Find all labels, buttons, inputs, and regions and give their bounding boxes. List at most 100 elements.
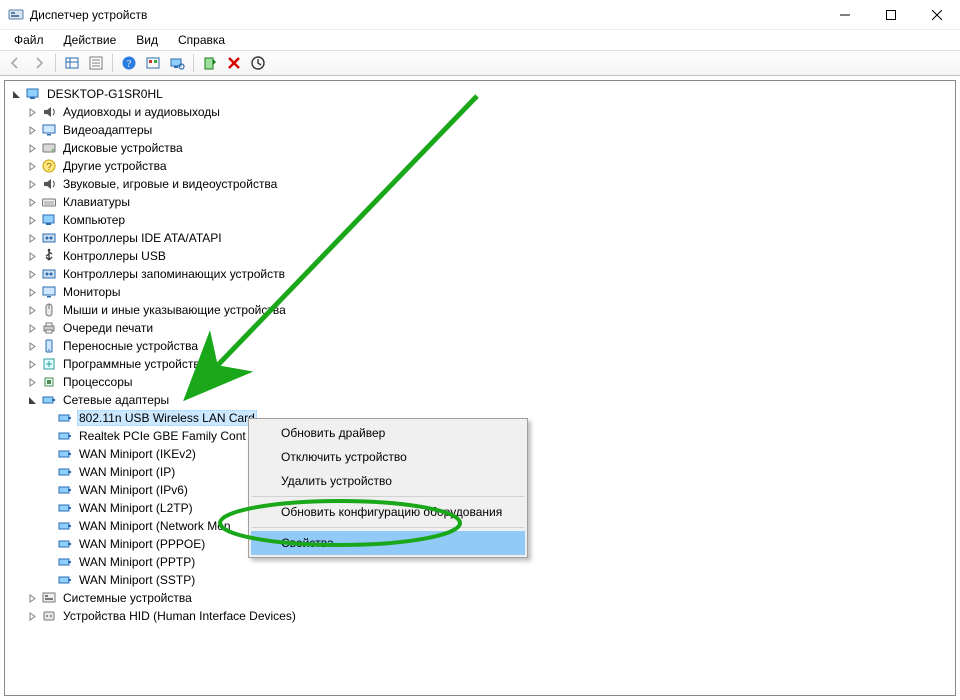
tree-device-label: WAN Miniport (SSTP): [77, 572, 197, 588]
usb-icon: [41, 248, 57, 264]
audio-icon: [41, 104, 57, 120]
tree-expander-closed[interactable]: [25, 285, 39, 299]
help-button[interactable]: ?: [118, 52, 140, 74]
tree-category-label: Программные устройства: [61, 356, 208, 372]
tree-device-label: WAN Miniport (L2TP): [77, 500, 195, 516]
tree-root-label: DESKTOP-G1SR0HL: [45, 86, 165, 102]
tree-expander-closed[interactable]: [25, 591, 39, 605]
disk-icon: [41, 140, 57, 156]
tree-category[interactable]: Процессоры: [9, 373, 955, 391]
tree-expander-closed[interactable]: [25, 267, 39, 281]
uninstall-device-button[interactable]: [223, 52, 245, 74]
tree-category[interactable]: Дисковые устройства: [9, 139, 955, 157]
tree-expander-closed[interactable]: [25, 123, 39, 137]
maximize-button[interactable]: [868, 0, 914, 29]
network-icon: [41, 392, 57, 408]
tree-category[interactable]: Контроллеры USB: [9, 247, 955, 265]
tree-category[interactable]: Аудиовходы и аудиовыходы: [9, 103, 955, 121]
tree-expander-closed[interactable]: [25, 375, 39, 389]
tree-expander-closed[interactable]: [25, 195, 39, 209]
forward-button[interactable]: [28, 52, 50, 74]
tree-category[interactable]: Видеоадаптеры: [9, 121, 955, 139]
show-hidden-button[interactable]: [61, 52, 83, 74]
device-tree-panel[interactable]: DESKTOP-G1SR0HL Аудиовходы и аудиовыходы…: [4, 80, 956, 696]
menu-help[interactable]: Справка: [170, 32, 233, 48]
properties-button[interactable]: [85, 52, 107, 74]
keyboard-icon: [41, 194, 57, 210]
context-menu-item[interactable]: Удалить устройство: [251, 469, 525, 493]
tree-expander-closed[interactable]: [25, 303, 39, 317]
window-controls: [822, 0, 960, 29]
tree-expander-open[interactable]: [25, 393, 39, 407]
back-button[interactable]: [4, 52, 26, 74]
context-menu-separator: [252, 527, 524, 528]
tree-category[interactable]: Очереди печати: [9, 319, 955, 337]
context-menu-item[interactable]: Обновить конфигурацию оборудования: [251, 500, 525, 524]
context-menu-item[interactable]: Отключить устройство: [251, 445, 525, 469]
menu-file[interactable]: Файл: [6, 32, 52, 48]
tree-device[interactable]: WAN Miniport (SSTP): [9, 571, 955, 589]
tree-category[interactable]: Звуковые, игровые и видеоустройства: [9, 175, 955, 193]
portable-icon: [41, 338, 57, 354]
context-menu: Обновить драйверОтключить устройствоУдал…: [248, 418, 528, 558]
tree-category[interactable]: Программные устройства: [9, 355, 955, 373]
hid-icon: [41, 608, 57, 624]
tree-device-label: WAN Miniport (IKEv2): [77, 446, 198, 462]
computer-icon: [41, 212, 57, 228]
tree-expander-closed[interactable]: [25, 609, 39, 623]
tree-category-label: Звуковые, игровые и видеоустройства: [61, 176, 279, 192]
close-button[interactable]: [914, 0, 960, 29]
tree-category-label: Сетевые адаптеры: [61, 392, 171, 408]
tree-category-label: Системные устройства: [61, 590, 194, 606]
tree-category-label: Аудиовходы и аудиовыходы: [61, 104, 222, 120]
tree-category[interactable]: Системные устройства: [9, 589, 955, 607]
tree-category-label: Другие устройства: [61, 158, 169, 174]
context-menu-item[interactable]: Свойства: [251, 531, 525, 555]
enable-device-button[interactable]: [199, 52, 221, 74]
tree-device-label: WAN Miniport (IP): [77, 464, 177, 480]
update-driver-button[interactable]: [247, 52, 269, 74]
svg-text:?: ?: [127, 59, 132, 70]
tree-category[interactable]: Сетевые адаптеры: [9, 391, 955, 409]
tree-category[interactable]: Контроллеры запоминающих устройств: [9, 265, 955, 283]
tree-category[interactable]: Переносные устройства: [9, 337, 955, 355]
tree-category[interactable]: ? Другие устройства: [9, 157, 955, 175]
tree-expander-closed[interactable]: [25, 357, 39, 371]
tree-category-label: Мыши и иные указывающие устройства: [61, 302, 288, 318]
tree-category[interactable]: Клавиатуры: [9, 193, 955, 211]
minimize-button[interactable]: [822, 0, 868, 29]
tree-category[interactable]: Мониторы: [9, 283, 955, 301]
tree-category-label: Контроллеры IDE ATA/ATAPI: [61, 230, 224, 246]
tree-expander-closed[interactable]: [25, 339, 39, 353]
network-adapter-icon: [57, 464, 73, 480]
tree-category[interactable]: Контроллеры IDE ATA/ATAPI: [9, 229, 955, 247]
menu-action[interactable]: Действие: [56, 32, 125, 48]
tree-expander-closed[interactable]: [25, 159, 39, 173]
tree-root[interactable]: DESKTOP-G1SR0HL: [9, 85, 955, 103]
tree-category[interactable]: Мыши и иные указывающие устройства: [9, 301, 955, 319]
app-icon: [8, 7, 24, 23]
tree-category[interactable]: Компьютер: [9, 211, 955, 229]
monitor-icon: [41, 284, 57, 300]
titlebar: Диспетчер устройств: [0, 0, 960, 30]
tree-device-label: 802.11n USB Wireless LAN Card: [77, 410, 257, 426]
tree-category-label: Очереди печати: [61, 320, 155, 336]
tree-expander-closed[interactable]: [25, 213, 39, 227]
tree-expander-closed[interactable]: [25, 321, 39, 335]
software-icon: [41, 356, 57, 372]
tree-expander-closed[interactable]: [25, 249, 39, 263]
tree-expander-closed[interactable]: [25, 231, 39, 245]
tree-expander-open[interactable]: [9, 87, 23, 101]
menu-view[interactable]: Вид: [128, 32, 166, 48]
display-icon: [41, 122, 57, 138]
svg-text:?: ?: [46, 162, 52, 173]
toolbar-icon-2[interactable]: [142, 52, 164, 74]
tree-category-label: Дисковые устройства: [61, 140, 185, 156]
tree-expander-closed[interactable]: [25, 177, 39, 191]
tree-category[interactable]: Устройства HID (Human Interface Devices): [9, 607, 955, 625]
tree-expander-closed[interactable]: [25, 105, 39, 119]
network-adapter-icon: [57, 572, 73, 588]
tree-expander-closed[interactable]: [25, 141, 39, 155]
context-menu-item[interactable]: Обновить драйвер: [251, 421, 525, 445]
scan-hardware-button[interactable]: [166, 52, 188, 74]
